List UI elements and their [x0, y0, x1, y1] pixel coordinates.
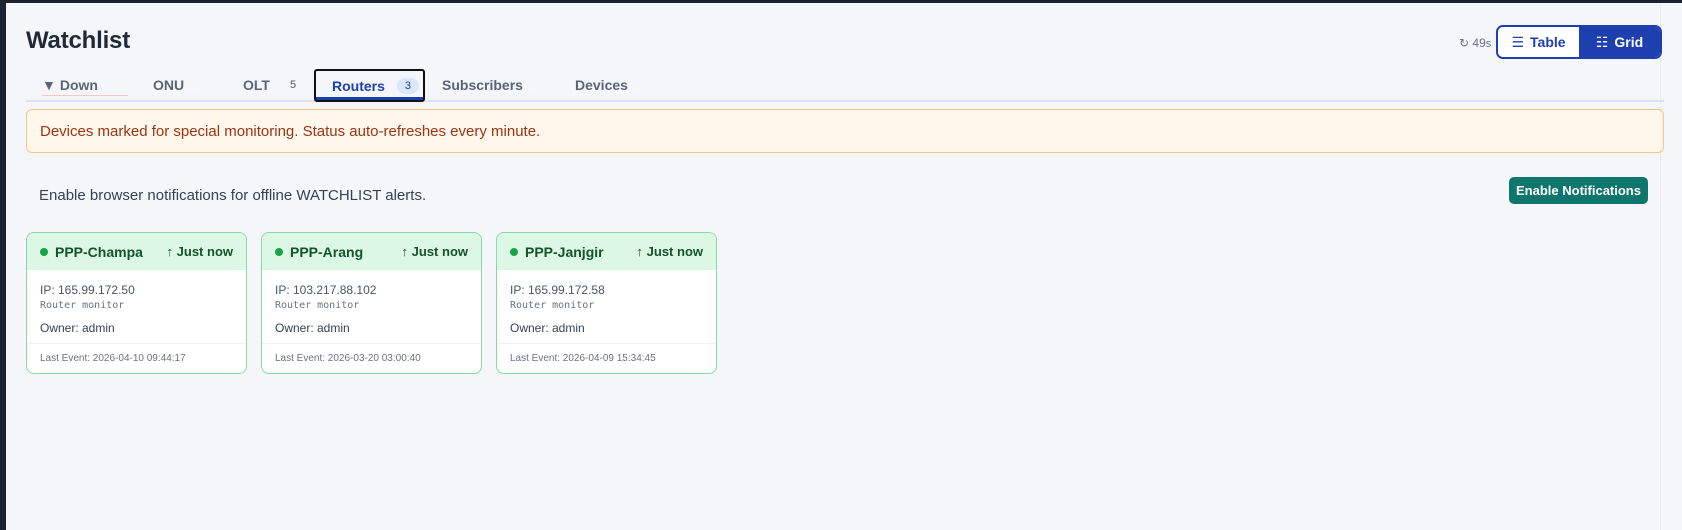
enable-notifications-button[interactable]: Enable Notifications: [1509, 177, 1648, 204]
tab-devices-label: Devices: [575, 77, 628, 93]
refresh-unit: s: [1485, 38, 1492, 50]
page-title: Watchlist: [26, 27, 130, 54]
info-alert: Devices marked for special monitoring. S…: [26, 109, 1664, 153]
card-kind: Router monitor: [40, 300, 125, 311]
grid-icon: ☷: [1595, 33, 1609, 50]
card-name: PPP-Janjgir: [525, 243, 604, 260]
card-last-seen: ↑ Just now: [166, 244, 233, 259]
status-dot-icon: [275, 247, 283, 256]
table-view-button[interactable]: ☰ Table: [1498, 27, 1579, 57]
card-ip: IP: 165.99.172.58: [510, 283, 605, 297]
card-kind: Router monitor: [510, 300, 595, 311]
grid-view-button[interactable]: ☷ Grid: [1579, 27, 1660, 57]
tab-subscribers-label: Subscribers: [442, 77, 523, 93]
refresh-seconds: 49: [1472, 36, 1486, 50]
card-last-seen: ↑ Just now: [636, 244, 703, 259]
card-ip: IP: 103.217.88.102: [275, 283, 377, 297]
card-ip: IP: 165.99.172.50: [40, 283, 135, 297]
tab-devices[interactable]: Devices: [559, 68, 659, 102]
status-dot-icon: [40, 247, 48, 256]
tab-olt-label: OLT: [243, 77, 270, 93]
tab-routers-count: 3: [396, 77, 420, 94]
refresh-countdown: ↻ 49s: [1459, 36, 1491, 50]
triangle-down-icon: ▼: [42, 77, 56, 93]
card-header: PPP-Janjgir ↑ Just now: [497, 233, 716, 270]
card-owner: Owner: admin: [510, 321, 585, 335]
tab-onu-label: ONU: [153, 77, 185, 93]
status-dot-icon: [510, 247, 518, 256]
router-card[interactable]: PPP-Janjgir ↑ Just now IP: 165.99.172.58…: [496, 232, 717, 374]
card-kind: Router monitor: [275, 300, 360, 311]
tab-subscribers[interactable]: Subscribers: [426, 68, 554, 102]
tab-routers[interactable]: Routers 3: [314, 69, 425, 102]
view-toggle: ☰ Table ☷ Grid: [1496, 25, 1662, 59]
router-card[interactable]: PPP-Champa ↑ Just now IP: 165.99.172.50 …: [26, 232, 247, 374]
card-header: PPP-Arang ↑ Just now: [262, 233, 481, 270]
tab-olt-count: 5: [289, 79, 297, 91]
alert-text: Devices marked for special monitoring. S…: [40, 122, 541, 140]
tab-olt[interactable]: OLT 5: [227, 68, 317, 102]
card-header: PPP-Champa ↑ Just now: [27, 233, 246, 270]
table-view-label: Table: [1530, 34, 1566, 50]
card-last-seen: ↑ Just now: [401, 244, 468, 259]
refresh-icon: ↻: [1459, 36, 1470, 50]
card-name: PPP-Arang: [290, 243, 364, 260]
tab-onu[interactable]: ONU: [137, 68, 217, 102]
list-icon: ☰: [1511, 33, 1525, 50]
router-card[interactable]: PPP-Arang ↑ Just now IP: 103.217.88.102 …: [261, 232, 482, 374]
card-last-event: Last Event: 2026-03-20 03:00:40: [262, 343, 481, 373]
tab-down[interactable]: ▼ Down: [26, 68, 144, 102]
card-last-event: Last Event: 2026-04-09 15:34:45: [497, 343, 716, 373]
card-owner: Owner: admin: [275, 321, 350, 335]
grid-view-label: Grid: [1614, 34, 1644, 50]
tab-bar: ▼ Down ONU OLT 5 Routers 3 Subscribers D…: [26, 68, 1664, 102]
card-name: PPP-Champa: [55, 243, 143, 260]
tab-routers-label: Routers: [332, 77, 385, 94]
card-owner: Owner: admin: [40, 321, 115, 335]
tab-down-label: Down: [59, 77, 98, 93]
card-last-event: Last Event: 2026-04-10 09:44:17: [27, 343, 246, 373]
notification-prompt: Enable browser notifications for offline…: [39, 187, 427, 204]
watchlist-page: Watchlist ↻ 49s ☰ Table ☷ Grid ▼ Down ON…: [6, 3, 1682, 530]
